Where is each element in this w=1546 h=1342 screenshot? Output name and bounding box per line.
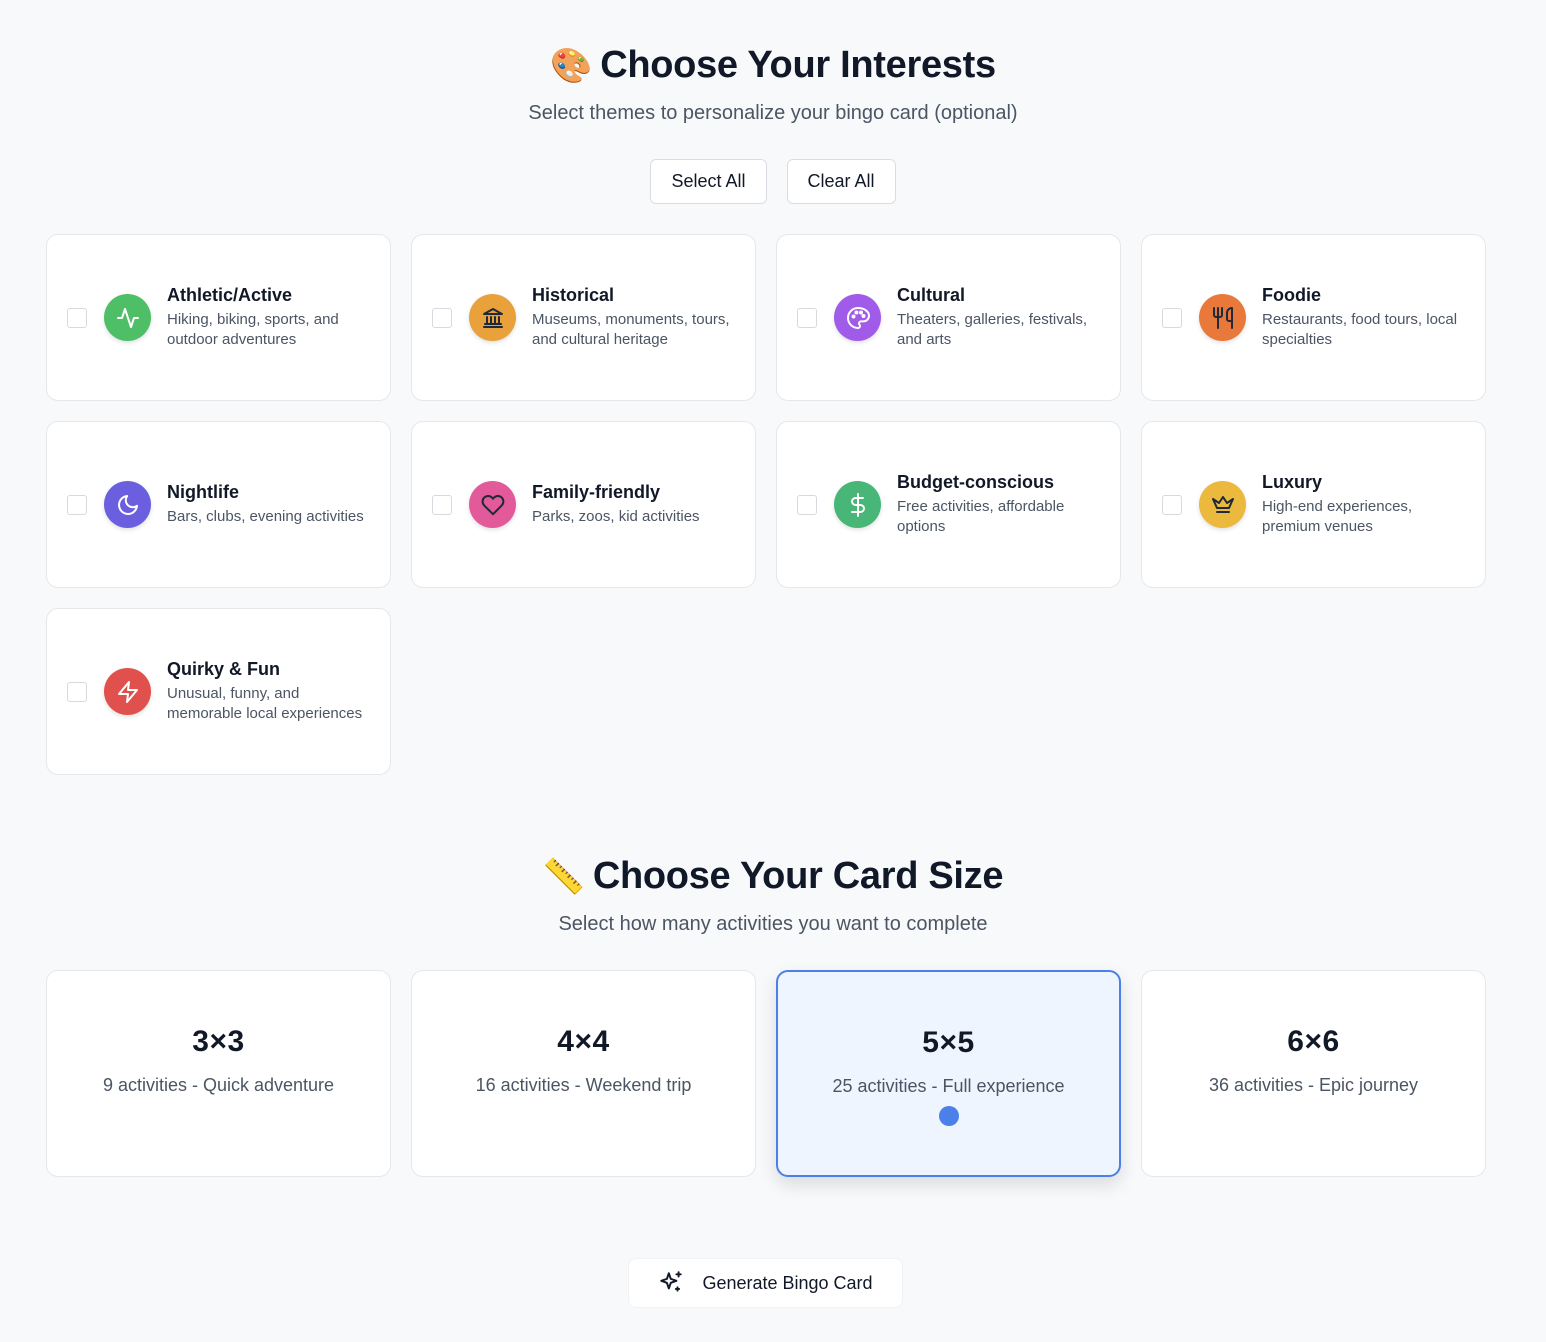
interest-card-luxury[interactable]: Luxury High-end experiences, premium ven… <box>1141 421 1486 588</box>
interest-checkbox[interactable] <box>797 307 817 328</box>
size-description: 36 activities - Epic journey <box>1208 1075 1419 1095</box>
palette-icon <box>834 294 881 341</box>
size-option-5x5[interactable]: 5×5 25 activities - Full experience <box>776 970 1121 1177</box>
generate-bingo-card-button[interactable]: Generate Bingo Card <box>628 1258 903 1308</box>
size-option-3x3[interactable]: 3×3 9 activities - Quick adventure <box>46 970 391 1177</box>
size-label: 5×5 <box>922 1026 975 1059</box>
interest-card-cultural[interactable]: Cultural Theaters, galleries, festivals,… <box>776 234 1121 401</box>
interests-title: 🎨 Choose Your Interests <box>0 44 1546 87</box>
size-description: 25 activities - Full experience <box>832 1076 1065 1096</box>
interest-card-athletic[interactable]: Athletic/Active Hiking, biking, sports, … <box>46 234 391 401</box>
interest-checkbox[interactable] <box>67 681 87 702</box>
interest-title: Luxury <box>1262 472 1323 492</box>
interest-actions: Select All Clear All <box>0 159 1546 204</box>
interest-card-foodie[interactable]: Foodie Restaurants, food tours, local sp… <box>1141 234 1486 401</box>
activity-icon <box>104 294 151 341</box>
interest-title: Family-friendly <box>532 482 661 502</box>
interest-description: High-end experiences, premium venues <box>1262 498 1413 535</box>
size-grid: 3×3 9 activities - Quick adventure 4×4 1… <box>46 970 1486 1177</box>
selected-indicator <box>938 1106 959 1126</box>
interest-title: Athletic/Active <box>167 285 293 305</box>
interest-checkbox[interactable] <box>67 494 87 515</box>
interest-description: Parks, zoos, kid activities <box>532 508 700 525</box>
palette-emoji-icon: 🎨 <box>550 47 593 85</box>
card-size-subtitle: Select how many activities you want to c… <box>558 913 988 935</box>
interest-description: Free activities, affordable options <box>897 498 1065 535</box>
interest-title: Nightlife <box>167 482 239 502</box>
crown-icon <box>1199 481 1246 528</box>
interest-checkbox[interactable] <box>432 494 452 515</box>
interest-grid: Athletic/Active Hiking, biking, sports, … <box>46 234 1486 775</box>
select-all-button[interactable]: Select All <box>650 159 767 204</box>
size-option-4x4[interactable]: 4×4 16 activities - Weekend trip <box>411 970 756 1177</box>
utensils-icon <box>1199 294 1246 341</box>
moon-icon <box>104 481 151 528</box>
interest-description: Museums, monuments, tours, and cultural … <box>532 311 730 348</box>
interest-checkbox[interactable] <box>432 307 452 328</box>
interest-description: Unusual, funny, and memorable local expe… <box>167 685 363 722</box>
card-size-title: 📏 Choose Your Card Size <box>0 855 1546 898</box>
clear-all-button[interactable]: Clear All <box>786 159 896 204</box>
size-label: 3×3 <box>192 1025 245 1058</box>
interest-title: Cultural <box>897 285 966 305</box>
interest-title: Quirky & Fun <box>167 659 281 679</box>
size-description: 16 activities - Weekend trip <box>475 1075 692 1095</box>
size-option-6x6[interactable]: 6×6 36 activities - Epic journey <box>1141 970 1486 1177</box>
dollar-icon <box>834 481 881 528</box>
interest-card-family-friendly[interactable]: Family-friendly Parks, zoos, kid activit… <box>411 421 756 588</box>
interest-checkbox[interactable] <box>1162 307 1182 328</box>
interest-card-quirky-fun[interactable]: Quirky & Fun Unusual, funny, and memorab… <box>46 608 391 775</box>
landmark-icon <box>469 294 516 341</box>
interest-card-historical[interactable]: Historical Museums, monuments, tours, an… <box>411 234 756 401</box>
card-size-title-text: Choose Your Card Size <box>592 855 1004 897</box>
interest-checkbox[interactable] <box>67 307 87 328</box>
interest-description: Restaurants, food tours, local specialti… <box>1262 311 1458 348</box>
interests-title-text: Choose Your Interests <box>600 44 996 86</box>
zap-icon <box>104 668 151 715</box>
interest-card-nightlife[interactable]: Nightlife Bars, clubs, evening activitie… <box>46 421 391 588</box>
generate-label: Generate Bingo Card <box>702 1272 873 1293</box>
size-label: 4×4 <box>557 1025 610 1058</box>
interest-checkbox[interactable] <box>1162 494 1182 515</box>
interest-card-budget-conscious[interactable]: Budget-conscious Free activities, afford… <box>776 421 1121 588</box>
interest-title: Foodie <box>1262 285 1321 305</box>
interest-description: Bars, clubs, evening activities <box>167 508 364 525</box>
size-label: 6×6 <box>1287 1025 1340 1058</box>
interest-checkbox[interactable] <box>797 494 817 515</box>
heart-icon <box>469 481 516 528</box>
interest-title: Historical <box>532 285 615 305</box>
ruler-emoji-icon: 📏 <box>542 858 585 896</box>
interest-title: Budget-conscious <box>897 472 1055 492</box>
interests-subtitle: Select themes to personalize your bingo … <box>528 102 1018 124</box>
interest-description: Theaters, galleries, festivals, and arts <box>897 311 1088 348</box>
sparkles-icon <box>660 1271 683 1292</box>
interest-description: Hiking, biking, sports, and outdoor adve… <box>167 311 339 348</box>
size-description: 9 activities - Quick adventure <box>102 1075 335 1095</box>
